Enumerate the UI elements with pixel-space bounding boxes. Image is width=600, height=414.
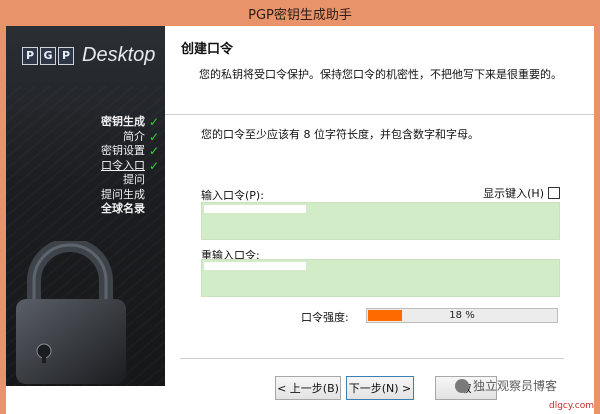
passphrase-input-highlight	[204, 205, 306, 213]
show-keys-toggle[interactable]: 显示键入(H)	[483, 185, 560, 201]
wizard-window: PGP密钥生成助手 P G P Desktop 密钥生成 ✓ 简介 ✓ 密钥设置…	[0, 0, 600, 414]
checkmark-icon: ✓	[148, 129, 159, 144]
checkmark-icon: ✓	[148, 115, 159, 129]
show-keys-checkbox[interactable]	[548, 187, 560, 199]
watermark-site: dlgcy.com	[549, 401, 594, 411]
wizard-steps: 密钥生成 ✓ 简介 ✓ 密钥设置 ✓ 口令入口 ✓ 提问 提问生成 全球名录	[101, 115, 159, 217]
back-button[interactable]: < 上一步(B)	[275, 376, 341, 400]
next-button[interactable]: 下一步(N) >	[346, 376, 414, 400]
page-description: 您的私钥将受口令保护。保持您口令的机密性，不把他写下来是很重要的。	[199, 68, 562, 81]
wechat-icon	[455, 378, 469, 393]
checkmark-icon: ✓	[148, 158, 159, 173]
repassphrase-input-highlight	[204, 262, 306, 270]
title-bar: PGP密钥生成助手	[0, 0, 600, 26]
step-label: 密钥生成	[101, 115, 145, 128]
logo-letter-p1: P	[22, 46, 38, 65]
step-item: 提问生成	[101, 188, 159, 203]
step-item-current: 口令入口 ✓	[101, 159, 159, 174]
show-keys-label: 显示键入(H)	[483, 187, 544, 200]
wizard-header: 创建口令 您的私钥将受口令保护。保持您口令的机密性，不把他写下来是很重要的。	[165, 26, 594, 114]
step-item: 简介 ✓	[101, 130, 159, 145]
repassphrase-input[interactable]	[201, 259, 560, 297]
strength-percent-text: 18 %	[449, 310, 475, 321]
passphrase-input[interactable]	[201, 202, 560, 240]
wizard-sidebar: P G P Desktop 密钥生成 ✓ 简介 ✓ 密钥设置 ✓ 口令入口 ✓ …	[6, 26, 165, 386]
watermark-text: 独立观察员博客	[473, 379, 558, 393]
watermark: 独立观察员博客	[455, 377, 557, 394]
logo-letter-g: G	[40, 46, 56, 65]
step-label: 口令入口	[101, 158, 145, 172]
footer-divider	[180, 358, 564, 359]
step-label: 密钥设置	[101, 144, 145, 157]
passphrase-requirements: 您的口令至少应该有 8 位字符长度，并包含数字和字母。	[201, 128, 479, 141]
strength-label: 口令强度:	[301, 311, 349, 324]
wizard-client-area: P G P Desktop 密钥生成 ✓ 简介 ✓ 密钥设置 ✓ 口令入口 ✓ …	[6, 26, 594, 414]
passphrase-label: 输入口令(P):	[201, 189, 264, 202]
step-item: 提问	[101, 173, 159, 188]
padlock-icon	[16, 241, 126, 384]
step-label: 全球名录	[101, 202, 145, 215]
checkmark-icon: ✓	[148, 144, 159, 158]
page-title: 创建口令	[181, 42, 234, 57]
step-label: 提问	[123, 173, 145, 186]
step-item: 密钥设置 ✓	[101, 144, 159, 159]
logo-word: Desktop	[82, 44, 156, 66]
logo-letter-p2: P	[58, 46, 74, 65]
step-label: 简介	[123, 129, 145, 143]
window-title: PGP密钥生成助手	[248, 7, 352, 23]
step-label: 提问生成	[101, 187, 145, 201]
passphrase-form: 您的口令至少应该有 8 位字符长度，并包含数字和字母。 输入口令(P): 显示键…	[165, 115, 594, 386]
step-item: 全球名录	[101, 202, 159, 217]
pgp-logo: P G P Desktop	[22, 44, 155, 67]
strength-meter: 18 %	[366, 308, 558, 323]
step-item: 密钥生成 ✓	[101, 115, 159, 130]
